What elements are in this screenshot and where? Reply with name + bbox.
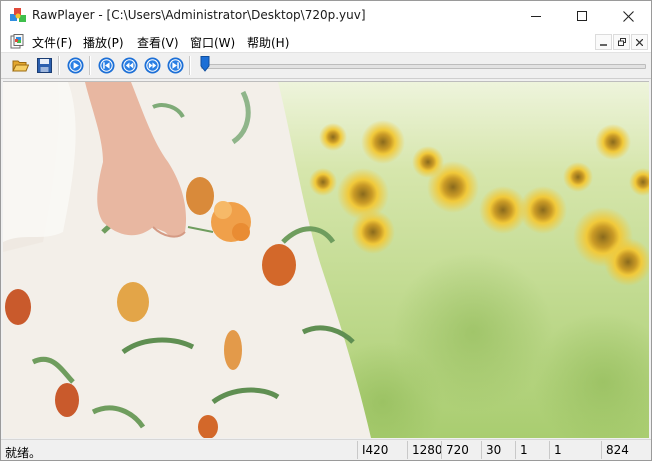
next-frame-button[interactable] [143, 56, 161, 74]
status-frame: 824 [601, 441, 651, 459]
save-button[interactable] [35, 56, 53, 74]
floppy-disk-icon [36, 57, 52, 73]
toolbar-separator [89, 56, 91, 75]
close-icon [622, 10, 634, 22]
menu-help[interactable]: 帮助(H) [247, 34, 289, 51]
close-button[interactable] [605, 1, 651, 31]
child-minimize-icon [600, 43, 607, 46]
title-bar[interactable]: RawPlayer - [C:\Users\Administrator\Desk… [1, 1, 651, 31]
toolbar [1, 53, 651, 79]
play-button[interactable] [66, 56, 84, 74]
child-minimize-button[interactable] [595, 34, 612, 50]
skip-to-start-icon [98, 57, 114, 73]
window-title: RawPlayer - [C:\Users\Administrator\Desk… [32, 8, 366, 22]
rawplayer-app-icon [10, 8, 26, 22]
document-icon[interactable] [10, 34, 24, 49]
status-bar: 就绪。 I420 1280 720 30 1 1 824 [1, 439, 651, 460]
play-icon [67, 57, 83, 73]
status-width: 1280 [407, 441, 443, 459]
child-restore-icon [617, 38, 626, 46]
menu-view[interactable]: 查看(V) [137, 34, 179, 51]
seek-slider-track[interactable] [201, 64, 646, 69]
child-restore-button[interactable] [613, 34, 630, 50]
step-forward-icon [144, 57, 160, 73]
maximize-button[interactable] [559, 1, 605, 31]
skip-to-end-icon [167, 57, 183, 73]
previous-frame-button[interactable] [120, 56, 138, 74]
menu-file[interactable]: 文件(F) [32, 34, 72, 51]
status-field2: 1 [549, 441, 601, 459]
seek-slider-thumb[interactable] [200, 56, 210, 72]
video-image [3, 82, 649, 438]
status-message: 就绪。 [5, 446, 42, 460]
toolbar-separator [58, 56, 60, 75]
folder-open-icon [11, 60, 29, 71]
status-fps: 30 [481, 441, 515, 459]
menu-bar: 文件(F) 播放(P) 查看(V) 窗口(W) 帮助(H) [1, 31, 651, 53]
rawplayer-window: RawPlayer - [C:\Users\Administrator\Desk… [0, 0, 652, 461]
last-frame-button[interactable] [166, 56, 184, 74]
status-height: 720 [441, 441, 481, 459]
child-close-button[interactable] [631, 34, 648, 50]
minimize-icon [531, 16, 541, 17]
maximize-icon [577, 11, 587, 21]
menu-play[interactable]: 播放(P) [83, 34, 124, 51]
video-frame[interactable] [3, 81, 649, 438]
open-button[interactable] [11, 56, 29, 74]
first-frame-button[interactable] [97, 56, 115, 74]
child-close-icon [636, 38, 643, 46]
minimize-button[interactable] [513, 1, 559, 31]
step-back-icon [121, 57, 137, 73]
status-field1: 1 [515, 441, 549, 459]
toolbar-separator [189, 56, 191, 75]
status-format: I420 [357, 441, 407, 459]
menu-window[interactable]: 窗口(W) [190, 34, 235, 51]
